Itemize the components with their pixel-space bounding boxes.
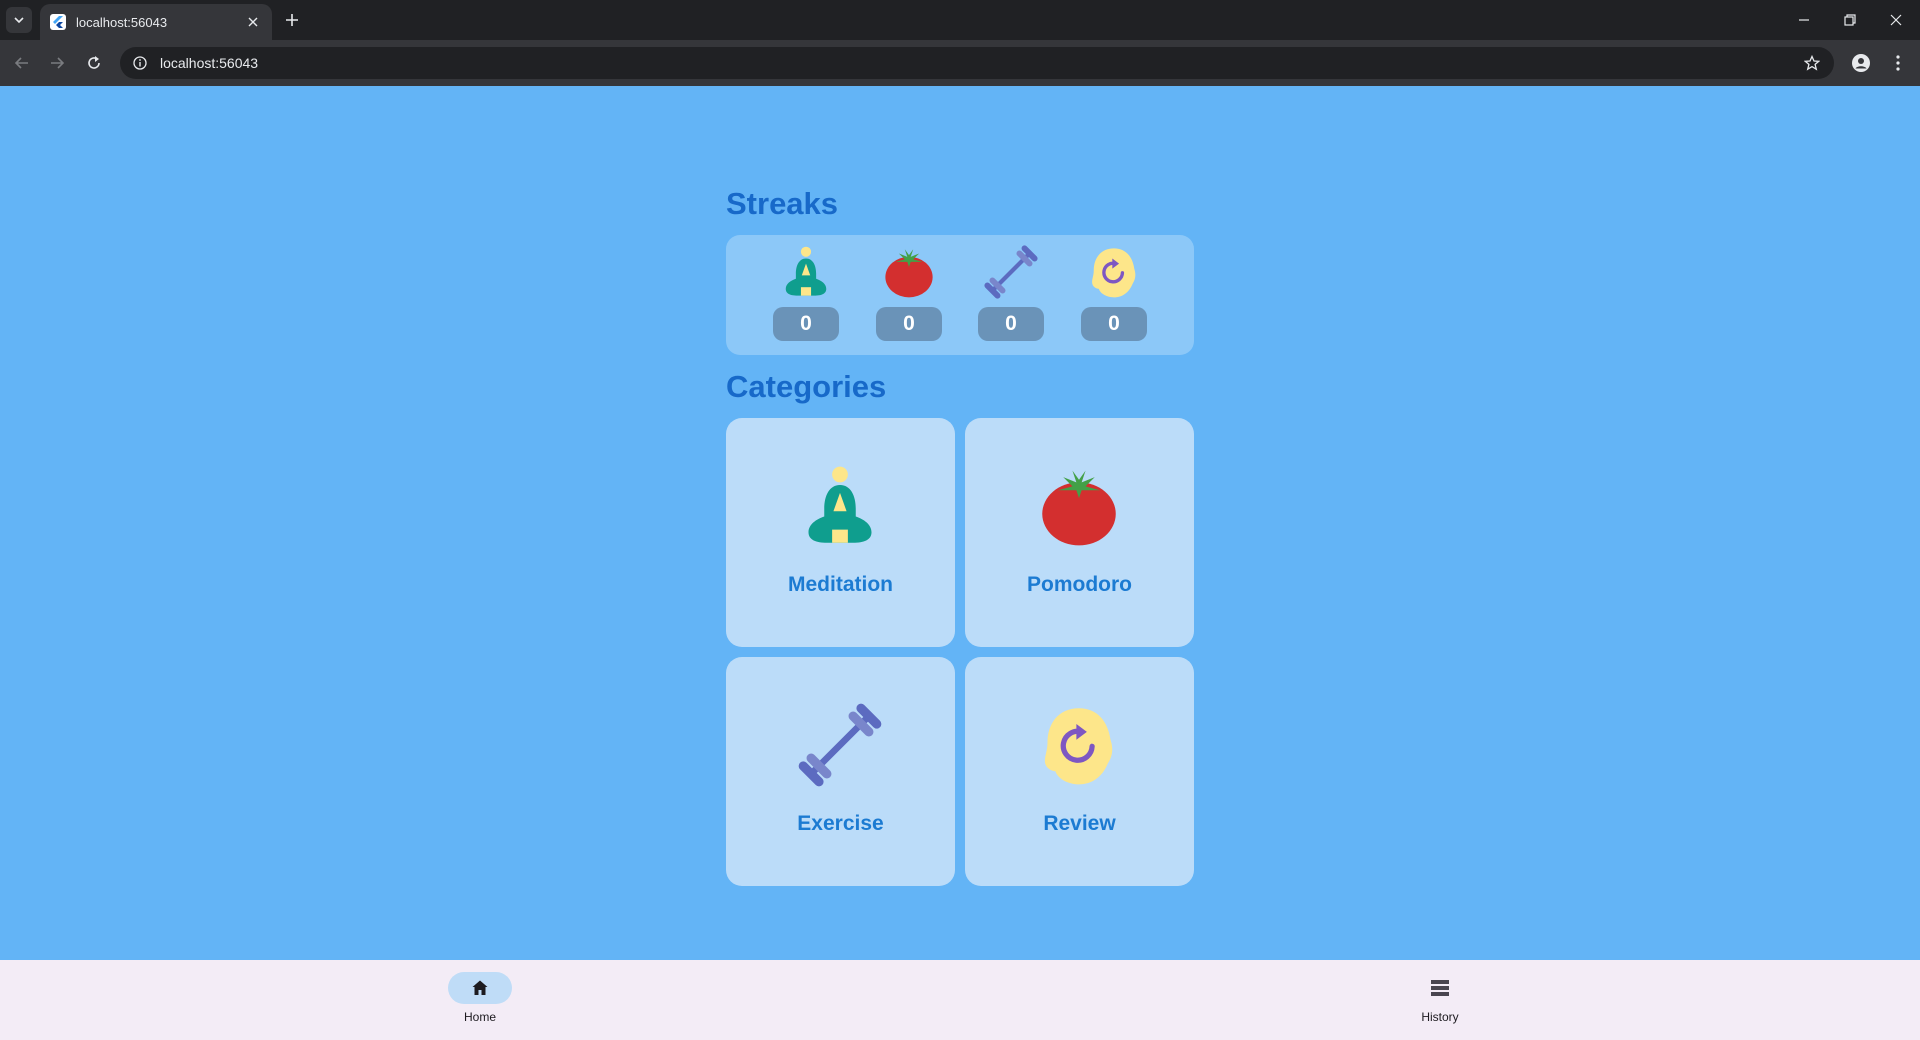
tab-close-icon[interactable] — [244, 13, 262, 31]
streak-meditation: 0 — [773, 245, 839, 345]
app-content: Streaks 0 0 0 0 Categories Meditation Po… — [0, 86, 1920, 960]
categories-title: Categories — [726, 369, 887, 404]
tab-search-button[interactable] — [6, 7, 32, 33]
nav-label: History — [1421, 1010, 1459, 1024]
home-icon — [472, 980, 488, 995]
streak-review: 0 — [1081, 245, 1147, 345]
url-text: localhost:56043 — [160, 55, 259, 71]
restore-icon[interactable] — [1838, 8, 1862, 32]
meditation-icon — [779, 245, 833, 299]
nav-indicator — [1408, 972, 1472, 1004]
browser-tab[interactable]: localhost:56043 — [40, 4, 272, 40]
review-icon — [1087, 245, 1141, 299]
meditation-icon — [798, 464, 882, 548]
dumbbell-icon — [798, 703, 882, 787]
category-card-exercise[interactable]: Exercise — [726, 657, 955, 886]
site-info-icon[interactable] — [132, 55, 148, 71]
tomato-icon — [1037, 464, 1121, 548]
streaks-card: 0 0 0 0 — [726, 235, 1194, 355]
flutter-favicon-icon — [50, 14, 66, 30]
streak-count-badge: 0 — [978, 307, 1044, 341]
browser-menu-icon[interactable] — [1886, 51, 1910, 75]
streak-pomodoro: 0 — [876, 245, 942, 345]
bookmark-star-icon[interactable] — [1804, 55, 1820, 71]
dumbbell-icon — [984, 245, 1038, 299]
review-icon — [1037, 703, 1121, 787]
streak-exercise: 0 — [978, 245, 1044, 345]
category-card-pomodoro[interactable]: Pomodoro — [965, 418, 1194, 647]
profile-icon[interactable] — [1849, 51, 1873, 75]
minimize-icon[interactable] — [1792, 8, 1816, 32]
reload-icon[interactable] — [82, 51, 106, 75]
nav-label: Home — [463, 1010, 496, 1024]
nav-home[interactable]: Home — [430, 972, 530, 1032]
tab-title: localhost:56043 — [76, 14, 168, 30]
category-label: Meditation — [788, 573, 893, 596]
new-tab-icon[interactable] — [280, 8, 304, 32]
category-card-meditation[interactable]: Meditation — [726, 418, 955, 647]
address-bar[interactable]: localhost:56043 — [120, 47, 1834, 79]
back-arrow-icon[interactable] — [10, 51, 34, 75]
streak-count-badge: 0 — [1081, 307, 1147, 341]
nav-active-indicator — [448, 972, 512, 1004]
streak-count-badge: 0 — [773, 307, 839, 341]
category-label: Review — [1043, 812, 1116, 835]
streaks-title: Streaks — [726, 186, 839, 221]
nav-history[interactable]: History — [1390, 972, 1490, 1032]
browser-toolbar: localhost:56043 — [0, 40, 1920, 86]
category-label: Exercise — [797, 812, 884, 835]
history-icon — [1431, 980, 1449, 996]
tomato-icon — [882, 245, 936, 299]
category-card-review[interactable]: Review — [965, 657, 1194, 886]
chevron-down-icon — [14, 17, 24, 24]
forward-arrow-icon[interactable] — [45, 51, 69, 75]
category-label: Pomodoro — [1027, 573, 1132, 596]
bottom-navigation-bar: Home History — [0, 960, 1920, 1040]
close-window-icon[interactable] — [1884, 8, 1908, 32]
streak-count-badge: 0 — [876, 307, 942, 341]
browser-tab-bar: localhost:56043 — [0, 0, 1920, 40]
